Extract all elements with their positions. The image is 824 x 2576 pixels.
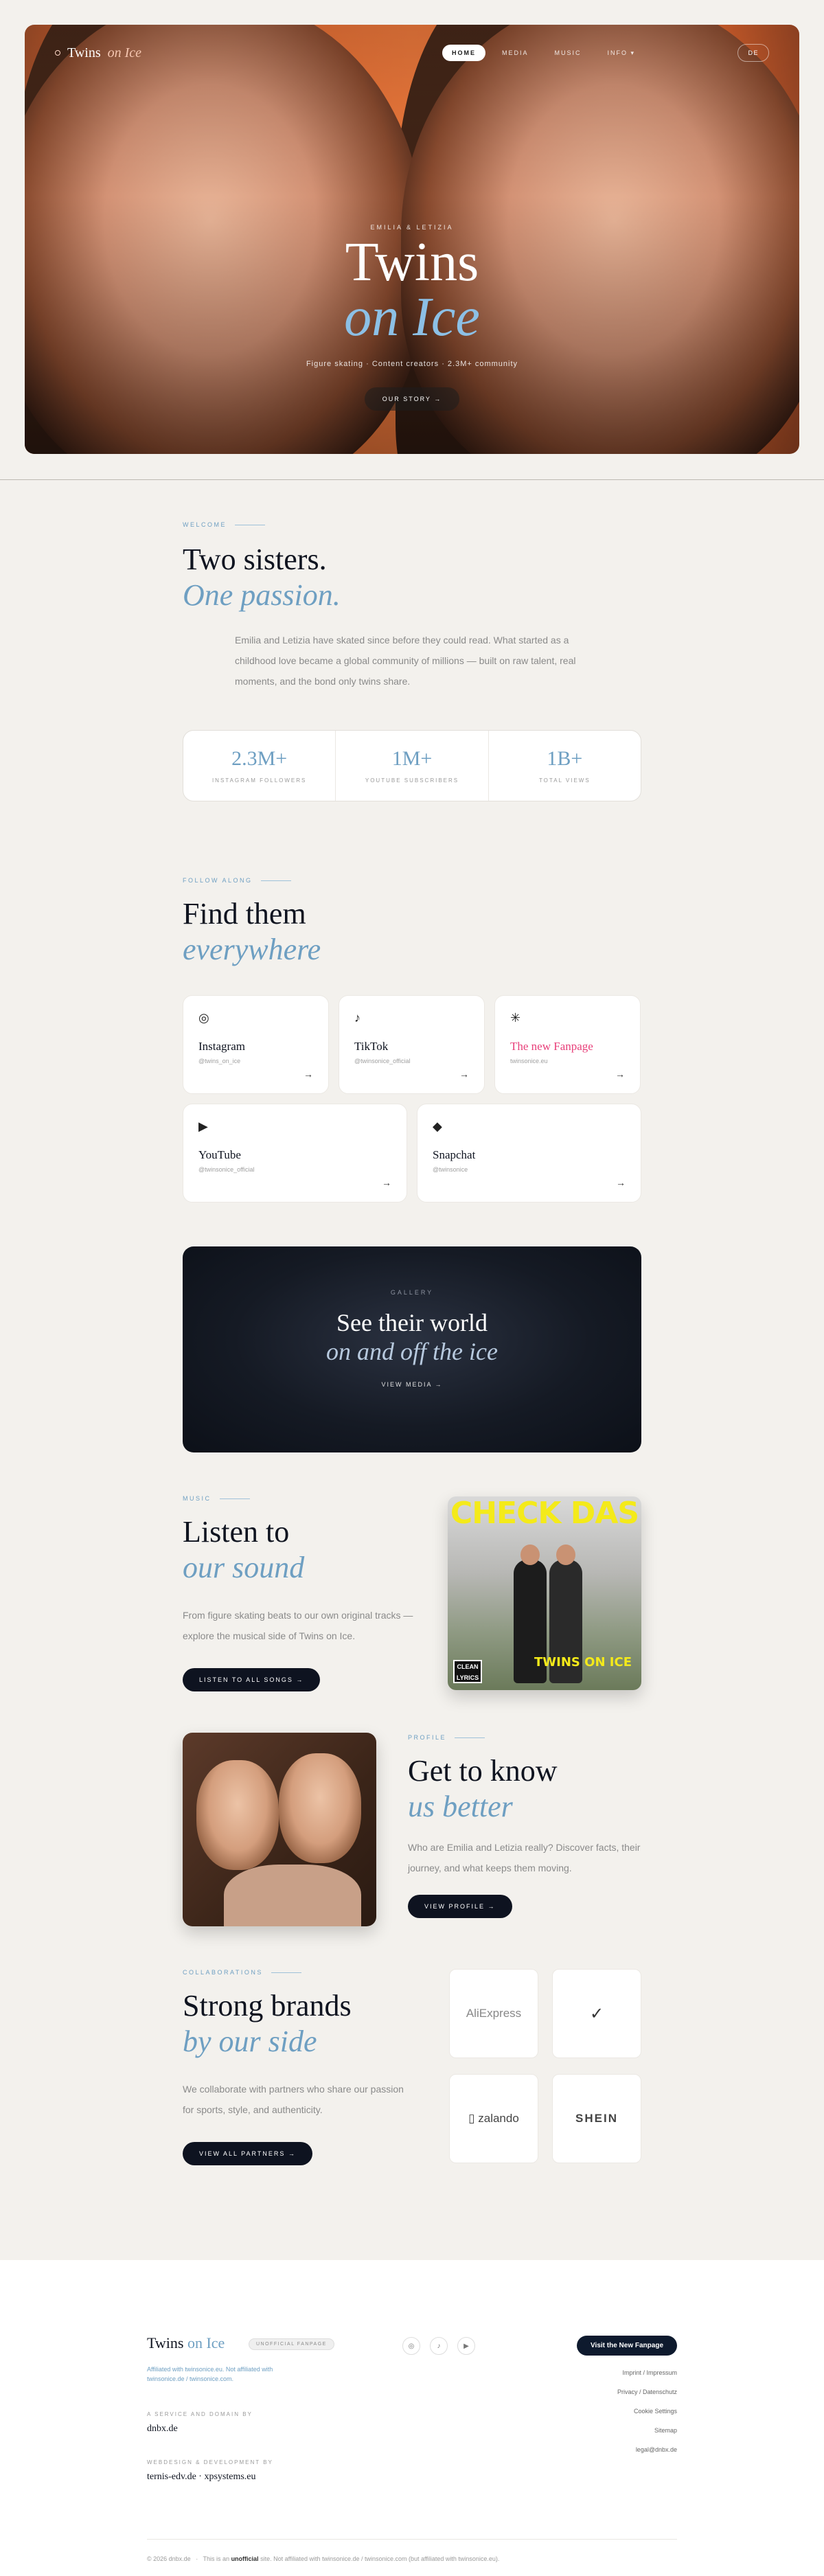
footer: Twins on Ice UNOFFICIAL FANPAGE Affiliat…: [0, 2260, 824, 2576]
hero-content: EMILIA & LETIZIA Twins on Ice Figure ska…: [25, 224, 799, 411]
listen-all-songs-button[interactable]: LISTEN TO ALL SONGS →: [183, 1668, 321, 1691]
brands-section: COLLABORATIONS Strong brands by our side…: [183, 1969, 641, 2165]
logo-mark-icon: [55, 50, 60, 56]
welcome-title: Two sisters. One passion.: [183, 543, 341, 612]
hero-eyebrow: EMILIA & LETIZIA: [370, 224, 454, 231]
snapchat-icon: ◆: [433, 1119, 442, 1133]
our-story-button[interactable]: OUR STORY →: [364, 387, 460, 411]
footer-links: Imprint / Impressum Privacy / Datenschut…: [617, 2363, 677, 2459]
stat-instagram: 2.3M+ INSTAGRAM FOLLOWERS: [183, 731, 336, 801]
snowflake-icon: ✳: [510, 1011, 521, 1025]
social-card-tiktok[interactable]: ♪ TikTok @twinsonice_official →: [339, 995, 485, 1094]
arrow-right-icon: →: [616, 1177, 626, 1188]
arrow-right-icon: →: [382, 1177, 391, 1188]
stat-views: 1B+ TOTAL VIEWS: [538, 747, 591, 784]
link-cookie-settings[interactable]: Cookie Settings: [617, 2402, 677, 2421]
nav-info-dropdown[interactable]: INFO ▾: [598, 45, 645, 62]
dev-label: WEBDESIGN & DEVELOPMENT BY: [147, 2459, 273, 2465]
social-card-snapchat[interactable]: ◆ Snapchat @twinsonice →: [417, 1104, 641, 1202]
profile-title: Get to know us better: [408, 1754, 558, 1823]
youtube-icon[interactable]: ▶: [457, 2337, 475, 2355]
stats-panel: 2.3M+ INSTAGRAM FOLLOWERS 1M+ YOUTUBE SU…: [183, 730, 641, 801]
arrow-right-icon: →: [459, 1069, 469, 1080]
language-switch[interactable]: DE: [737, 44, 769, 62]
hero-banner: Twins on Ice HOME MEDIA MUSIC INFO ▾ DE …: [25, 25, 799, 454]
top-nav: Twins on Ice HOME MEDIA MUSIC INFO ▾ DE: [55, 43, 769, 63]
album-title: CHECK DAS: [450, 1496, 639, 1531]
brand-grid: AliExpress ✓ ▯ zalando SHEIN: [449, 1969, 641, 2165]
youtube-icon: ▶: [198, 1119, 208, 1133]
nav-media[interactable]: MEDIA: [492, 45, 538, 61]
link-sitemap[interactable]: Sitemap: [617, 2421, 677, 2440]
view-profile-button[interactable]: VIEW PROFILE →: [408, 1895, 512, 1918]
album-logo: TWINS ON ICE: [534, 1655, 632, 1669]
welcome-text: Emilia and Letizia have skated since bef…: [235, 635, 576, 687]
social-card-youtube[interactable]: ▶ YouTube @twinsonice_official →: [183, 1104, 407, 1202]
follow-eyebrow: FOLLOW ALONG: [183, 877, 641, 884]
arrow-right-icon: →: [615, 1069, 625, 1080]
social-card-fanpage[interactable]: ✳ The new Fanpage twinsonice.eu →: [494, 995, 641, 1094]
dev-links[interactable]: ternis-edv.de · xpsystems.eu: [147, 2472, 256, 2483]
twins-portrait: [183, 1733, 376, 1926]
footer-divider: [147, 2539, 677, 2540]
footer-logo[interactable]: Twins on Ice: [147, 2334, 225, 2352]
follow-section: FOLLOW ALONG Find them everywhere ◎ Inst…: [183, 877, 641, 1452]
footer-bottom: © 2026 dnbx.de · This is an unofficial s…: [147, 2555, 500, 2562]
view-media-link[interactable]: VIEW MEDIA →: [183, 1381, 641, 1388]
brand-nike-icon[interactable]: ✓: [552, 1969, 641, 2058]
music-section: MUSIC Listen to our sound From figure sk…: [183, 1495, 641, 1691]
service-link[interactable]: dnbx.de: [147, 2424, 178, 2435]
profile-text: Who are Emilia and Letizia really? Disco…: [408, 1842, 641, 1873]
nav-music[interactable]: MUSIC: [545, 45, 591, 61]
hero-section: Twins on Ice HOME MEDIA MUSIC INFO ▾ DE …: [0, 0, 824, 480]
brands-title: Strong brands by our side: [183, 1989, 352, 2058]
gallery-title-accent: on and off the ice: [326, 1338, 498, 1365]
service-label: A SERVICE AND DOMAIN BY: [147, 2411, 253, 2417]
welcome-eyebrow: WELCOME: [183, 521, 641, 528]
brand-zalando[interactable]: ▯ zalando: [449, 2074, 538, 2163]
gallery-banner[interactable]: GALLERY See their world on and off the i…: [183, 1246, 641, 1452]
clean-lyrics-badge: CLEAN LYRICS: [453, 1660, 482, 1683]
music-eyebrow: MUSIC: [183, 1495, 416, 1502]
profile-section: PROFILE Get to know us better Who are Em…: [183, 1733, 641, 1926]
gallery-title: See their world: [336, 1309, 488, 1336]
nav-home[interactable]: HOME: [442, 45, 485, 61]
social-card-instagram[interactable]: ◎ Instagram @twins_on_ice →: [183, 995, 329, 1094]
visit-fanpage-button[interactable]: Visit the New Fanpage: [577, 2336, 677, 2356]
profile-eyebrow: PROFILE: [408, 1734, 641, 1741]
tiktok-icon[interactable]: ♪: [430, 2337, 448, 2355]
brands-text: We collaborate with partners who share o…: [183, 2084, 404, 2115]
tiktok-icon: ♪: [354, 1011, 360, 1025]
stat-youtube: 1M+ YOUTUBE SUBSCRIBERS: [336, 731, 489, 801]
footer-social: ◎ ♪ ▶: [402, 2337, 475, 2355]
brands-eyebrow: COLLABORATIONS: [183, 1969, 416, 1976]
view-all-partners-button[interactable]: VIEW ALL PARTNERS →: [183, 2142, 312, 2165]
unofficial-badge: UNOFFICIAL FANPAGE: [249, 2338, 334, 2350]
arrow-right-icon: →: [304, 1069, 313, 1080]
follow-title: Find them everywhere: [183, 897, 321, 966]
link-legal-email[interactable]: legal@dnbx.de: [617, 2440, 677, 2459]
hero-title: Twins: [345, 232, 479, 293]
link-privacy[interactable]: Privacy / Datenschutz: [617, 2382, 677, 2402]
instagram-icon: ◎: [198, 1011, 209, 1025]
music-text: From figure skating beats to our own ori…: [183, 1610, 413, 1641]
copyright: © 2026 dnbx.de: [147, 2555, 191, 2562]
album-cover[interactable]: CHECK DAS CLEAN LYRICS TWINS ON ICE: [448, 1496, 641, 1690]
logo[interactable]: Twins on Ice: [55, 45, 141, 61]
instagram-icon[interactable]: ◎: [402, 2337, 420, 2355]
main-menu: HOME MEDIA MUSIC INFO ▾: [442, 45, 645, 62]
brand-aliexpress[interactable]: AliExpress: [449, 1969, 538, 2058]
gallery-eyebrow: GALLERY: [390, 1289, 434, 1296]
affiliation-note: Affiliated with twinsonice.eu. Not affil…: [147, 2366, 273, 2382]
brand-shein[interactable]: SHEIN: [552, 2074, 641, 2163]
hero-title-accent: on Ice: [344, 287, 480, 347]
link-imprint[interactable]: Imprint / Impressum: [617, 2363, 677, 2382]
welcome-section: WELCOME Two sisters. One passion. Emilia…: [183, 480, 641, 801]
music-title: Listen to our sound: [183, 1515, 305, 1584]
hero-subtitle: Figure skating · Content creators · 2.3M…: [306, 360, 518, 368]
